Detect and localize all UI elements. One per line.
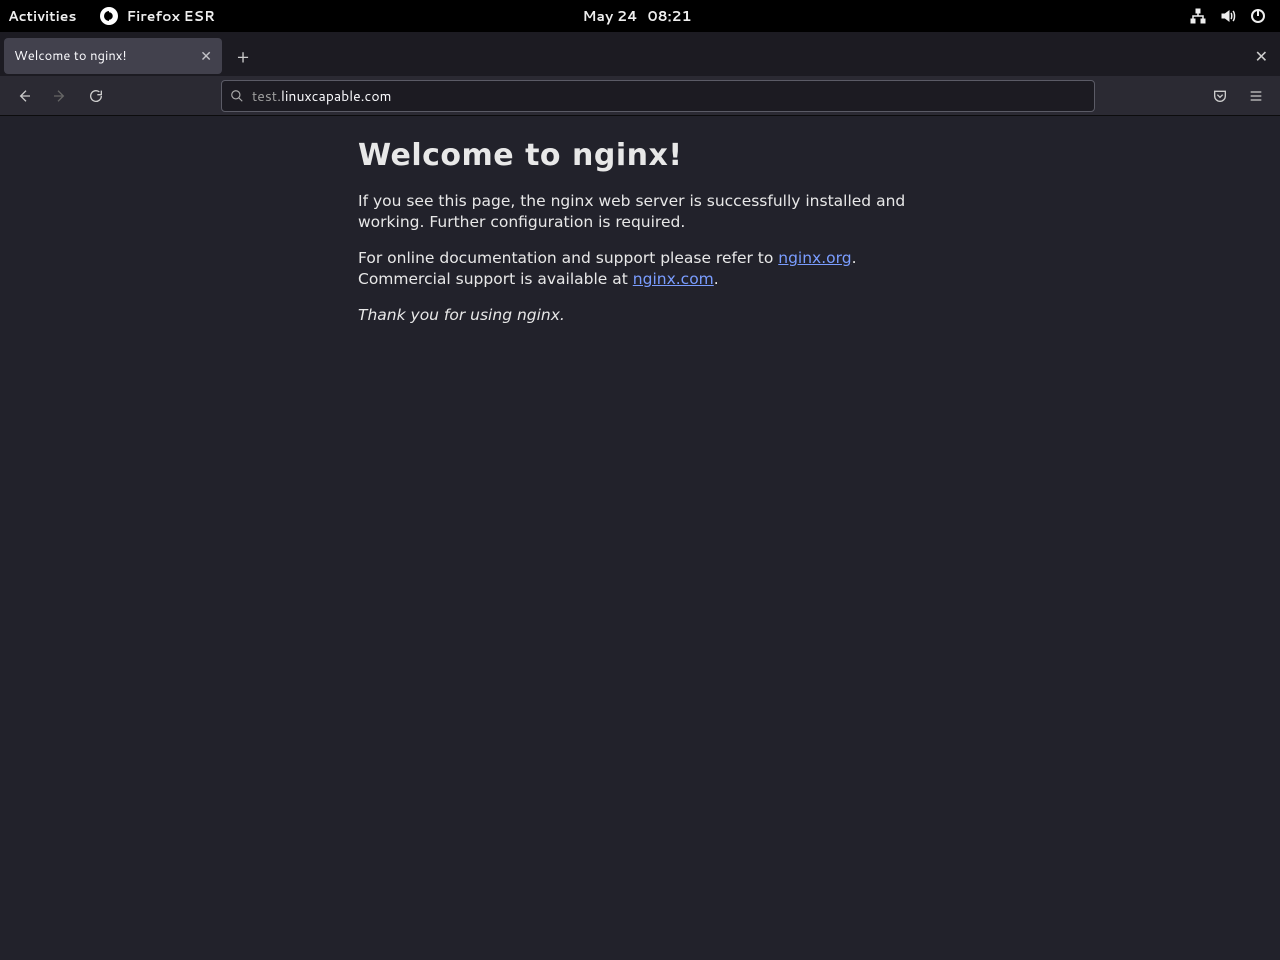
firefox-icon	[100, 7, 118, 25]
nav-toolbar: test.linuxcapable.com	[0, 76, 1280, 116]
app-menu-button[interactable]	[1240, 80, 1272, 112]
url-bar[interactable]: test.linuxcapable.com	[221, 80, 1095, 112]
url-text: test.linuxcapable.com	[252, 86, 392, 106]
nginx-org-link[interactable]: nginx.org	[778, 249, 851, 267]
forward-button[interactable]	[44, 80, 76, 112]
active-app-name: Firefox ESR	[126, 6, 214, 26]
reload-button[interactable]	[80, 80, 112, 112]
clock[interactable]: May 24 08:21	[582, 6, 691, 26]
gnome-top-bar: Activities Firefox ESR May 24 08:21	[0, 0, 1280, 32]
time-label: 08:21	[648, 6, 692, 26]
tab-close-icon[interactable]: ✕	[200, 49, 212, 63]
nginx-com-link[interactable]: nginx.com	[633, 270, 714, 288]
intro-paragraph: If you see this page, the nginx web serv…	[358, 191, 928, 234]
pocket-button[interactable]	[1204, 80, 1236, 112]
docs-paragraph: For online documentation and support ple…	[358, 248, 928, 291]
tab-title: Welcome to nginx!	[14, 47, 192, 65]
search-icon	[230, 89, 244, 103]
browser-tab[interactable]: Welcome to nginx! ✕	[4, 38, 222, 74]
content-viewport: Welcome to nginx! If you see this page, …	[0, 116, 1280, 960]
active-app-indicator[interactable]: Firefox ESR	[100, 6, 214, 26]
tab-strip: Welcome to nginx! ✕ + ✕	[0, 32, 1280, 76]
page-heading: Welcome to nginx!	[358, 138, 928, 173]
date-label: May 24	[582, 6, 637, 26]
power-icon[interactable]	[1250, 8, 1266, 24]
activities-button[interactable]: Activities	[8, 6, 76, 26]
thanks-paragraph: Thank you for using nginx.	[358, 305, 928, 326]
back-button[interactable]	[8, 80, 40, 112]
page-body: Welcome to nginx! If you see this page, …	[358, 116, 928, 326]
window-close-icon[interactable]: ✕	[1249, 45, 1274, 68]
new-tab-button[interactable]: +	[228, 41, 258, 71]
volume-icon[interactable]	[1220, 8, 1236, 24]
network-icon[interactable]	[1190, 8, 1206, 24]
